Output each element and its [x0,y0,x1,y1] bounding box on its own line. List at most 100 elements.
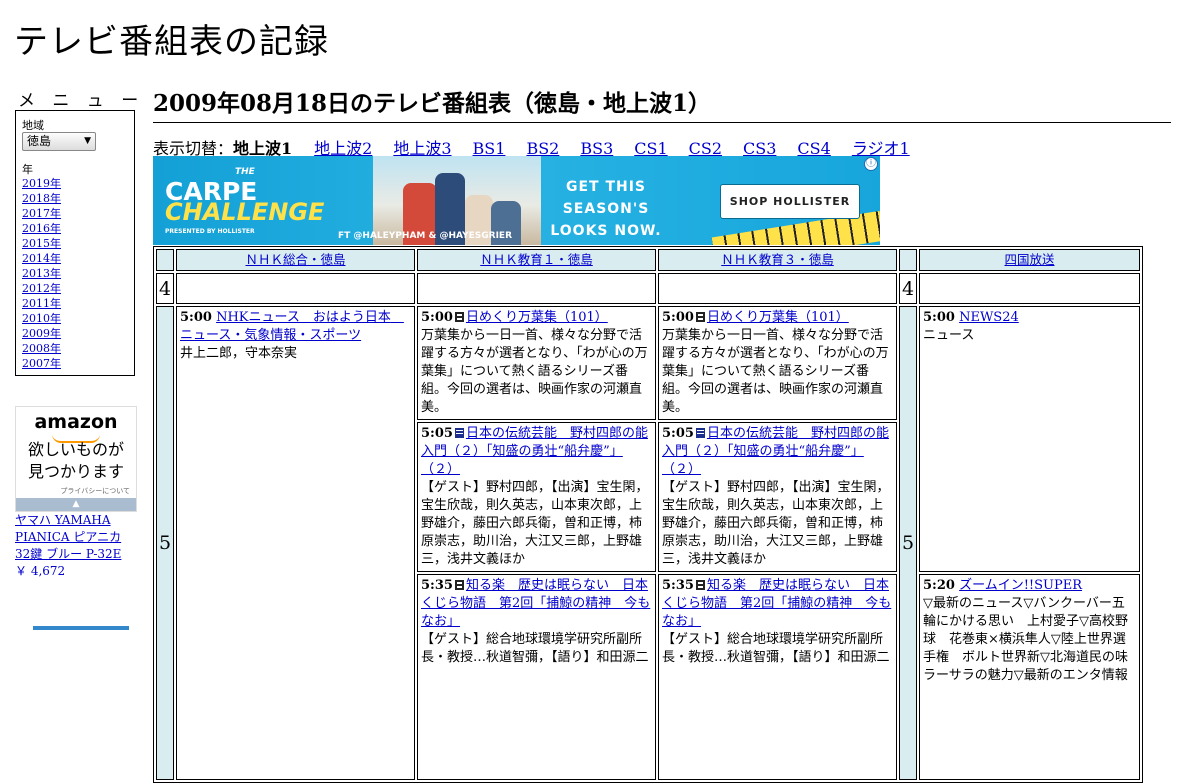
amazon-ad[interactable]: amazon 欲しいものが 見つかります プライバシーについて ▲ [15,406,137,512]
year-link[interactable]: 2012年 [22,282,61,295]
region-label: 地域 [22,119,44,132]
year-link[interactable]: 2019年 [22,177,61,190]
channel-link[interactable]: ＮＨＫ総合・徳島 [245,252,345,267]
year-link[interactable]: 2016年 [22,222,61,235]
product-ad: ヤマハ YAMAHA PIANICA ピアニカ 32鍵 ブルー P-32E ￥ … [15,512,140,580]
program-desc: 万葉集から一日一首、様々な分野で活躍する方々が選者となり、「わが心の万葉集」につ… [662,328,889,415]
program-cell: 5:00 NEWS24 ニュース [919,306,1140,572]
region-select-value: 徳島 [27,134,52,148]
hour-label: 5 [156,306,174,780]
ad-brand-script: CHALLENGE [165,198,325,226]
corner-cell [899,249,917,271]
program-desc: 【ゲスト】野村四郎，【出演】宝生閑，宝生欣哉，則久英志，山本東次郎，上野雄介，藤… [421,480,649,567]
program-desc: ▽最新のニュース▽バンクーバー五輪にかける思い 上村愛子▽高校野球 花巻東×横浜… [923,596,1128,683]
program-time: 5:35 [662,578,694,593]
hour-row: 4 4 [156,273,1140,304]
program-time: 5:05 [662,426,694,441]
program-desc: 万葉集から一日一首、様々な分野で活躍する方々が選者となり、「わが心の万葉集」につ… [421,328,648,415]
channel-link[interactable]: ＮＨＫ教育３・徳島 [721,252,834,267]
page-title: 2009年08月18日のテレビ番組表（徳島・地上波1） [153,84,1171,123]
corner-cell [156,249,174,271]
year-link[interactable]: 2014年 [22,252,61,265]
amazon-privacy-link[interactable]: プライバシーについて [60,486,130,496]
product-price[interactable]: ￥ 4,672 [15,564,65,578]
program-title-link[interactable]: ズームイン!!SUPER [959,578,1082,593]
chevron-up-icon: ▲ [72,499,80,509]
program-desc: 【ゲスト】総合地球環境学研究所副所長・教授…秋道智彌，【語り】和田源二 [662,632,890,665]
year-link[interactable]: 2011年 [22,297,61,310]
shop-hollister-button[interactable]: SHOP HOLLISTER [720,184,860,219]
year-link[interactable]: 2010年 [22,312,61,325]
genre-icon [695,580,705,590]
program-cell: 5:00 NHKニュース おはよう日本 ニュース・気象情報・スポーツ 井上二郎，… [176,306,415,780]
program-time: 5:00 [421,310,453,325]
dropdown-arrow-icon: ▼ [84,136,91,146]
channel-link[interactable]: ＮＨＫ教育１・徳島 [480,252,593,267]
channel-header: ＮＨＫ総合・徳島 [176,249,415,271]
ad-tagline-line1: GET THIS SEASON'S [562,179,650,217]
genre-icon [454,312,464,322]
channel-link[interactable]: 四国放送 [1004,252,1054,267]
program-time: 5:00 [180,310,212,325]
subtitle-icon [454,428,464,438]
program-cell: 5:00 日めくり万葉集（101） 万葉集から一日一首、様々な分野で活躍する方々が… [658,306,897,420]
ad-stub [33,626,129,630]
banner-ad[interactable]: THE CARPE CHALLENGE PRESENTED BY HOLLIST… [153,156,880,245]
ad-tagline-line2: LOOKS NOW. [550,223,662,239]
year-link[interactable]: 2009年 [22,327,61,340]
menu-box: 地域 徳島 ▼ 年 2019年 2018年 2017年 2016年 2015年 … [15,110,135,376]
program-time: 5:35 [421,578,453,593]
program-title-link[interactable]: 日めくり万葉集（101） [707,310,849,325]
genre-icon [695,312,705,322]
program-cell [417,273,656,304]
year-label: 年 [22,163,33,176]
channel-header-row: ＮＨＫ総合・徳島 ＮＨＫ教育１・徳島 ＮＨＫ教育３・徳島 四国放送 [156,249,1140,271]
program-cell [919,273,1140,304]
program-desc: ニュース [923,328,975,343]
program-title-link[interactable]: 日めくり万葉集（101） [466,310,608,325]
year-list: 2019年 2018年 2017年 2016年 2015年 2014年 2013… [22,176,61,371]
ad-credit: FT @HALEYPHAM & @HAYESGRIER [338,231,513,241]
hour-label: 4 [156,273,174,304]
ad-tagline: GET THIS SEASON'S LOOKS NOW. [521,176,691,242]
program-time: 5:05 [421,426,453,441]
program-time: 5:00 [923,310,955,325]
year-link[interactable]: 2013年 [22,267,61,280]
year-link[interactable]: 2018年 [22,192,61,205]
channel-header: ＮＨＫ教育１・徳島 [417,249,656,271]
program-title-link[interactable]: NEWS24 [959,310,1019,325]
ad-info-icon[interactable]: ⓘ [864,157,878,171]
subtitle-icon [695,428,705,438]
program-cell: 5:05 日本の伝統芸能 野村四郎の能入門（２）「知盛の勇壮“船弁慶”」（２） 【… [417,422,656,572]
program-desc: 【ゲスト】野村四郎，【出演】宝生閑，宝生欣哉，則久英志，山本東次郎，上野雄介，藤… [662,480,890,567]
program-cell: 5:20 ズームイン!!SUPER ▽最新のニュース▽バンクーバー五輪にかける思… [919,574,1140,780]
year-link[interactable]: 2017年 [22,207,61,220]
program-cell [176,273,415,304]
hour-label: 4 [899,273,917,304]
schedule-table: ＮＨＫ総合・徳島 ＮＨＫ教育１・徳島 ＮＨＫ教育３・徳島 四国放送 4 4 5 … [153,246,1143,783]
channel-header: 四国放送 [919,249,1140,271]
genre-icon [454,580,464,590]
amazon-ad-line1: 欲しいものが [27,440,124,459]
program-cell: 5:00 日めくり万葉集（101） 万葉集から一日一首、様々な分野で活躍する方々が… [417,306,656,420]
hour-label: 5 [899,306,917,780]
region-select[interactable]: 徳島 ▼ [22,132,96,151]
amazon-ad-text: 欲しいものが 見つかります [16,439,136,483]
menu-heading: メ ニ ュ ー [18,91,145,111]
year-link[interactable]: 2007年 [22,357,61,370]
program-cell: 5:35 知る楽 歴史は眠らない 日本くじら物語 第2回「捕鯨の精神 今もなお」 … [658,574,897,780]
product-link[interactable]: ヤマハ YAMAHA PIANICA ピアニカ 32鍵 ブルー P-32E [15,513,121,561]
program-cell [658,273,897,304]
program-time: 5:00 [662,310,694,325]
channel-header: ＮＨＫ教育３・徳島 [658,249,897,271]
program-time: 5:20 [923,578,955,593]
ad-brand-logo: THE CARPE CHALLENGE PRESENTED BY HOLLIST… [165,162,324,242]
program-title-link[interactable]: NHKニュース おはよう日本 ニュース・気象情報・スポーツ [180,310,404,343]
year-link[interactable]: 2008年 [22,342,61,355]
program-cell: 5:05 日本の伝統芸能 野村四郎の能入門（２）「知盛の勇壮“船弁慶”」（２） 【… [658,422,897,572]
amazon-carousel-bar[interactable]: ▲ [16,498,136,511]
program-desc: 【ゲスト】総合地球環境学研究所副所長・教授…秋道智彌，【語り】和田源二 [421,632,649,665]
year-link[interactable]: 2015年 [22,237,61,250]
site-title: テレビ番組表の記録 [14,22,329,62]
program-cell: 5:35 知る楽 歴史は眠らない 日本くじら物語 第2回「捕鯨の精神 今もなお」 … [417,574,656,780]
